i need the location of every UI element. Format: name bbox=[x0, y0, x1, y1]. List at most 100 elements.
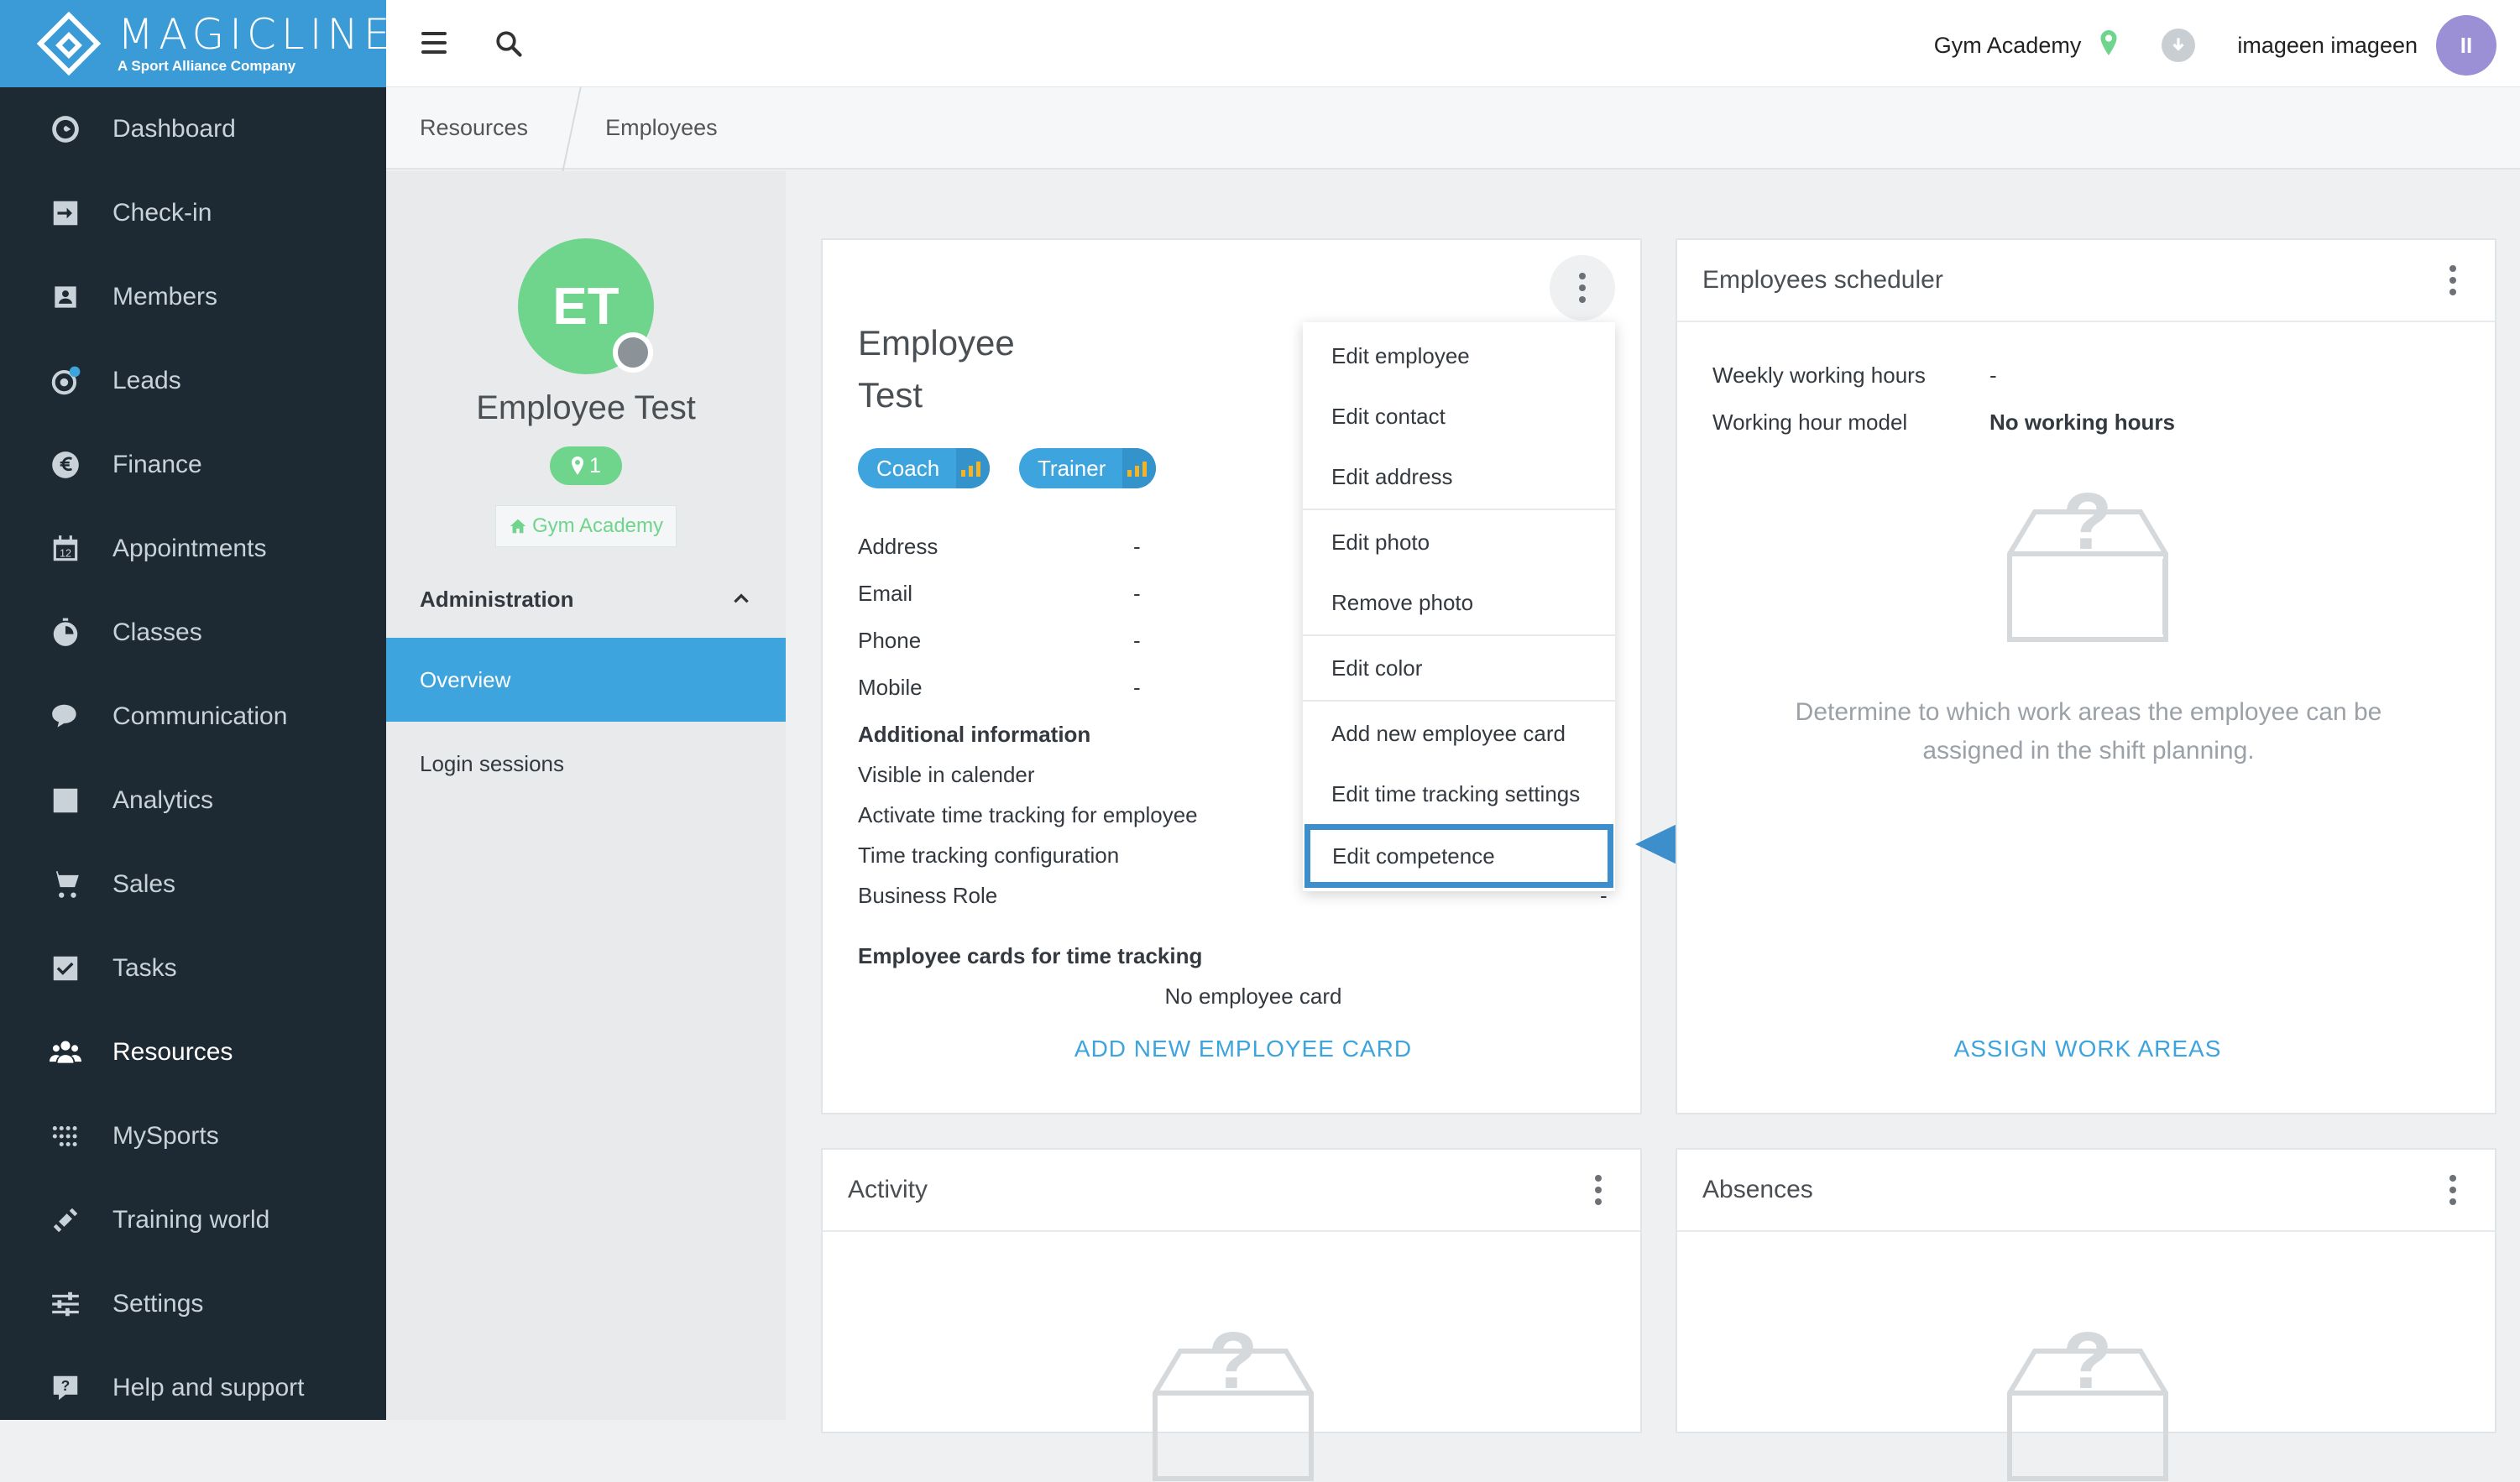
breadcrumb: Resources Employees bbox=[386, 87, 2520, 170]
sidebar-item-members[interactable]: Members bbox=[0, 255, 386, 339]
hamburger-menu-icon[interactable] bbox=[421, 32, 447, 54]
sidebar-item-label: Classes bbox=[112, 618, 202, 646]
level-bars-icon bbox=[1122, 448, 1157, 488]
more-options-icon[interactable] bbox=[2436, 1169, 2470, 1211]
menu-item-edit-contact[interactable]: Edit contact bbox=[1303, 386, 1615, 446]
profile-menu: Overview Login sessions bbox=[386, 638, 786, 806]
menu-item-edit-time-tracking[interactable]: Edit time tracking settings bbox=[1303, 764, 1615, 824]
working-hour-model-label: Working hour model bbox=[1712, 410, 1908, 435]
sidebar-item-leads[interactable]: Leads bbox=[0, 339, 386, 423]
people-icon bbox=[49, 1036, 82, 1069]
breadcrumb-employees[interactable]: Employees bbox=[587, 86, 751, 169]
sidebar-item-help[interactable]: ? Help and support bbox=[0, 1346, 386, 1430]
sidebar-item-training-world[interactable]: Training world bbox=[0, 1178, 386, 1262]
sidebar-item-label: Finance bbox=[112, 451, 202, 478]
check-in-icon bbox=[49, 196, 82, 230]
employee-options-menu: Edit employee Edit contact Edit address … bbox=[1303, 322, 1615, 891]
menu-item-remove-photo[interactable]: Remove photo bbox=[1303, 572, 1615, 633]
more-options-icon[interactable] bbox=[1582, 1169, 1615, 1211]
sidebar-item-classes[interactable]: Classes bbox=[0, 591, 386, 675]
field-value-mobile: - bbox=[1133, 675, 1141, 700]
dashboard-icon bbox=[49, 112, 82, 146]
sidebar-item-sales[interactable]: Sales bbox=[0, 843, 386, 926]
card-title: Absences bbox=[1702, 1176, 1813, 1203]
sidebar-item-label: MySports bbox=[112, 1122, 219, 1150]
sidebar-item-label: Check-in bbox=[112, 199, 212, 227]
svg-text:12: 12 bbox=[60, 548, 71, 560]
brand-logo[interactable]: MAGICLINE A Sport Alliance Company bbox=[0, 0, 390, 87]
field-label-address: Address bbox=[858, 534, 938, 559]
sidebar-item-tasks[interactable]: Tasks bbox=[0, 926, 386, 1010]
section-title: Administration bbox=[420, 586, 574, 612]
download-icon[interactable] bbox=[2162, 29, 2196, 62]
field-value-email: - bbox=[1133, 581, 1141, 606]
studio-selector[interactable]: Gym Academy bbox=[1934, 33, 2082, 59]
menu-divider bbox=[1303, 700, 1615, 702]
employee-cards-title: Employee cards for time tracking bbox=[858, 943, 1203, 968]
sidebar-item-mysports[interactable]: MySports bbox=[0, 1094, 386, 1178]
dumbbell-icon bbox=[49, 1203, 82, 1237]
additional-info-title: Additional information bbox=[858, 722, 1091, 747]
sidebar-item-label: Appointments bbox=[112, 535, 267, 562]
activity-card: Activity ? bbox=[821, 1148, 1642, 1481]
administration-section-header[interactable]: Administration bbox=[420, 581, 752, 618]
svg-text:?: ? bbox=[1209, 1323, 1258, 1406]
sidebar-item-resources[interactable]: Resources bbox=[0, 1010, 386, 1094]
menu-item-edit-employee[interactable]: Edit employee bbox=[1303, 326, 1615, 386]
user-avatar[interactable]: II bbox=[2436, 15, 2496, 76]
menu-item-overview[interactable]: Overview bbox=[386, 638, 786, 722]
sidebar-item-appointments[interactable]: 12 Appointments bbox=[0, 507, 386, 591]
menu-item-login-sessions[interactable]: Login sessions bbox=[386, 722, 786, 806]
empty-box-icon: ? bbox=[2007, 1323, 2168, 1481]
members-icon bbox=[49, 280, 82, 314]
sidebar-item-label: Analytics bbox=[112, 786, 214, 814]
sidebar-nav: Dashboard Check-in Members Leads Finance… bbox=[0, 87, 386, 1430]
sliders-icon bbox=[49, 1287, 82, 1321]
sidebar-item-label: Training world bbox=[112, 1206, 270, 1234]
working-hour-model-value: No working hours bbox=[1989, 410, 2175, 435]
sidebar-item-finance[interactable]: Finance bbox=[0, 423, 386, 507]
search-icon[interactable] bbox=[494, 29, 524, 59]
field-label-business-role: Business Role bbox=[858, 883, 998, 908]
role-badge-trainer[interactable]: Trainer bbox=[1019, 448, 1157, 488]
sidebar-item-analytics[interactable]: Analytics bbox=[0, 759, 386, 843]
svg-text:?: ? bbox=[61, 1377, 71, 1394]
help-icon: ? bbox=[49, 1371, 82, 1405]
calendar-icon: 12 bbox=[49, 532, 82, 566]
leads-icon bbox=[49, 364, 82, 398]
chevron-up-icon bbox=[734, 593, 749, 603]
menu-item-add-employee-card[interactable]: Add new employee card bbox=[1303, 703, 1615, 764]
role-badge-coach[interactable]: Coach bbox=[858, 448, 991, 488]
scheduler-description: Determine to which work areas the employ… bbox=[1795, 698, 2382, 764]
employees-scheduler-card: Employees scheduler Weekly working hours… bbox=[1676, 238, 2496, 1114]
magicline-logo-icon bbox=[36, 11, 102, 76]
more-options-icon[interactable] bbox=[1550, 255, 1615, 321]
user-name[interactable]: imageen imageen bbox=[2237, 33, 2418, 59]
sidebar-item-check-in[interactable]: Check-in bbox=[0, 171, 386, 255]
menu-item-edit-competence[interactable]: Edit competence bbox=[1304, 824, 1613, 888]
employee-card-name: Employee Test bbox=[858, 317, 1110, 421]
menu-item-edit-color[interactable]: Edit color bbox=[1303, 638, 1615, 698]
sidebar-item-communication[interactable]: Communication bbox=[0, 675, 386, 759]
role-label: Trainer bbox=[1038, 455, 1106, 481]
add-employee-card-link[interactable]: ADD NEW EMPLOYEE CARD bbox=[823, 1036, 1664, 1062]
field-label-phone: Phone bbox=[858, 628, 922, 653]
sidebar-item-label: Communication bbox=[112, 702, 288, 730]
field-value-phone: - bbox=[1133, 628, 1141, 653]
weekly-hours-value: - bbox=[1989, 363, 1997, 388]
breadcrumb-resources[interactable]: Resources bbox=[386, 86, 562, 169]
location-count-badge: 1 bbox=[550, 446, 622, 485]
menu-item-edit-address[interactable]: Edit address bbox=[1303, 446, 1615, 507]
assign-work-areas-link[interactable]: ASSIGN WORK AREAS bbox=[1677, 1036, 2498, 1062]
more-options-icon[interactable] bbox=[2436, 259, 2470, 301]
menu-item-edit-photo[interactable]: Edit photo bbox=[1303, 512, 1615, 572]
field-label-visible-calendar: Visible in calender bbox=[858, 762, 1035, 787]
svg-text:?: ? bbox=[2063, 483, 2113, 566]
home-icon bbox=[510, 519, 526, 534]
role-label: Coach bbox=[876, 455, 940, 481]
sidebar-item-label: Leads bbox=[112, 367, 181, 394]
field-label-mobile: Mobile bbox=[858, 675, 923, 700]
sidebar-item-dashboard[interactable]: Dashboard bbox=[0, 87, 386, 171]
sidebar: MAGICLINE A Sport Alliance Company Dashb… bbox=[0, 0, 390, 1420]
sidebar-item-settings[interactable]: Settings bbox=[0, 1262, 386, 1346]
